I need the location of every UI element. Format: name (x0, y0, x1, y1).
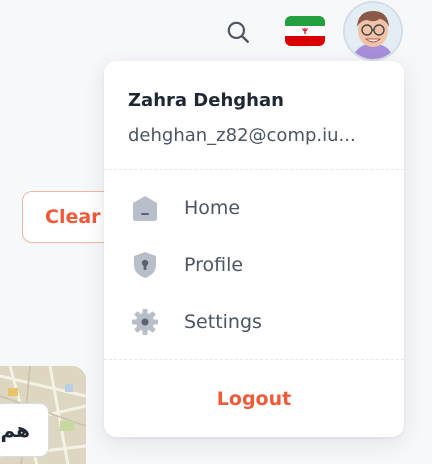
user-email: dehghan_z82@comp.iu... (128, 125, 356, 146)
page: Clear هم Zahra Dehghan dehghan_z82@comp.… (0, 0, 432, 464)
gear-icon (130, 307, 160, 337)
divider (104, 359, 404, 360)
user-avatar (345, 3, 401, 59)
menu-item-profile[interactable]: Profile (104, 243, 404, 287)
shield-icon (130, 250, 160, 280)
menu-item-home[interactable]: Home (104, 186, 404, 230)
home-icon (130, 193, 160, 223)
menu-item-label: Home (184, 197, 241, 219)
user-dropdown-menu: Zahra Dehghan dehghan_z82@comp.iu... Hom… (104, 61, 404, 437)
iran-flag-icon (285, 16, 325, 46)
search-button[interactable] (224, 18, 252, 46)
language-button[interactable] (285, 16, 325, 46)
menu-item-label: Profile (184, 254, 244, 276)
logout-button[interactable]: Logout (104, 381, 404, 417)
search-icon (227, 21, 249, 43)
avatar-button[interactable] (343, 1, 403, 61)
search-place-input[interactable]: هم (0, 403, 49, 457)
divider (104, 169, 404, 170)
menu-item-settings[interactable]: Settings (104, 300, 404, 344)
user-name: Zahra Dehghan (128, 90, 284, 111)
menu-item-label: Settings (184, 311, 262, 333)
